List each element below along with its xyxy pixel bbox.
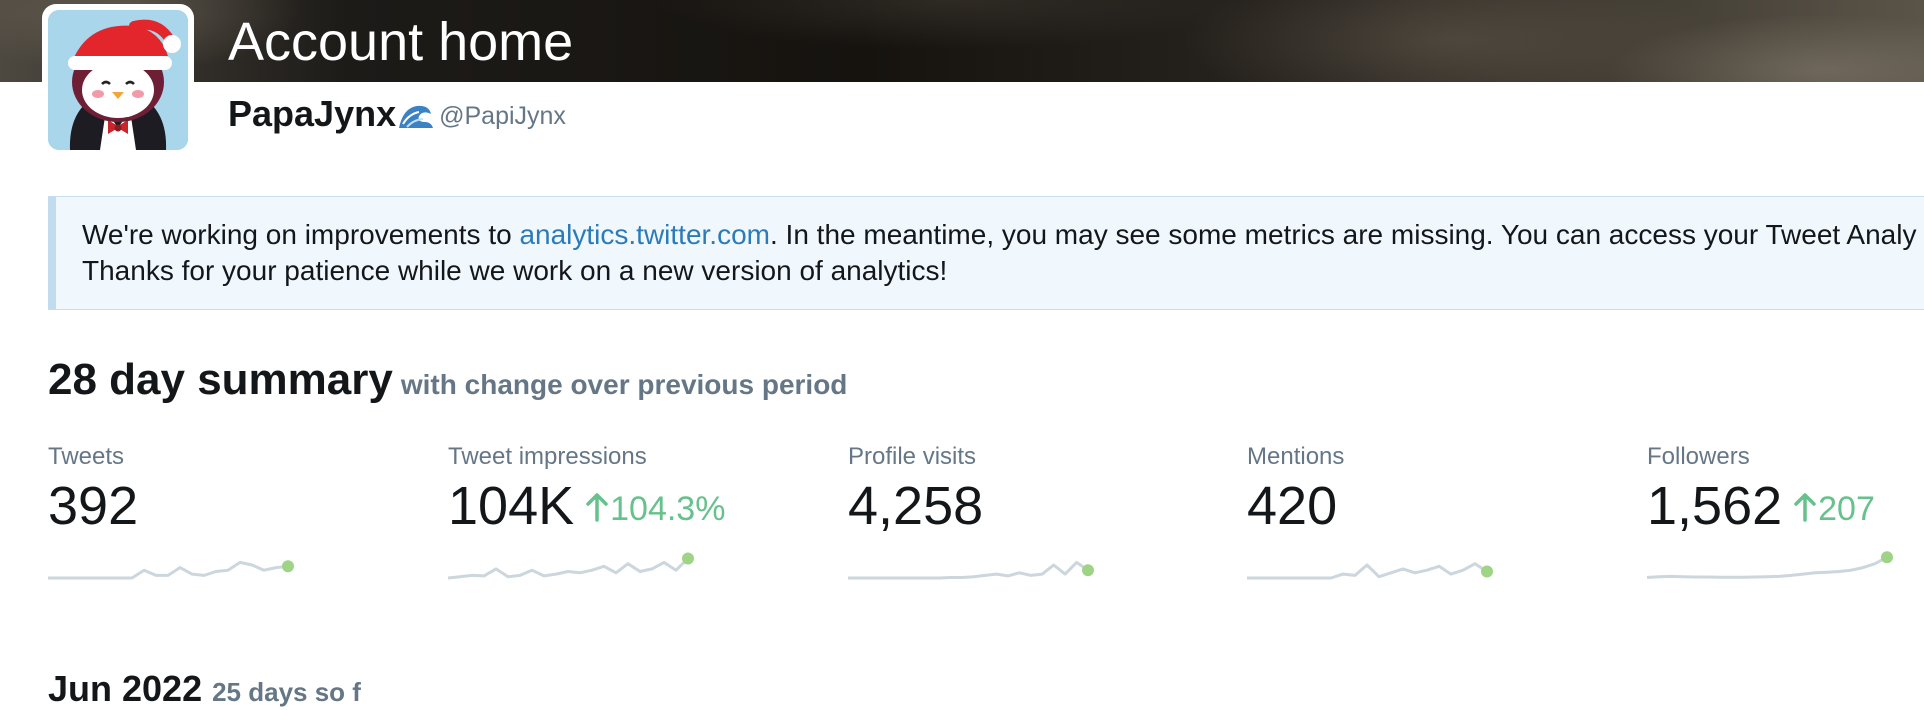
arrow-up-icon xyxy=(1794,483,1816,539)
metric-profile-visits[interactable]: Profile visits 4,258 xyxy=(848,442,1228,592)
sparkline-mentions xyxy=(1247,562,1493,580)
sparkline-last-point xyxy=(1481,565,1493,578)
notice-banner: We're working on improvements to analyti… xyxy=(48,196,1924,310)
metric-value: 420 xyxy=(1247,476,1338,536)
metric-value: 392 xyxy=(48,476,139,536)
sparkline-profile-visits xyxy=(848,560,1094,580)
sparkline-line xyxy=(447,557,690,580)
notice-text: We're working on improvements to analyti… xyxy=(82,217,1924,289)
metric-change: 104.3% xyxy=(586,490,725,528)
metric-value: 4,258 xyxy=(848,476,984,536)
metric-change-value: 207 xyxy=(1818,490,1875,528)
sparkline-last-point xyxy=(282,560,294,573)
month-subtitle: 25 days so f xyxy=(212,677,361,707)
summary-heading: 28 day summary with change over previous … xyxy=(48,355,847,405)
profile-name-row: PapaJynx @PapiJynx xyxy=(228,92,566,140)
sparkline-tweets xyxy=(48,560,294,580)
summary-subtitle: with change over previous period xyxy=(400,369,848,400)
metric-followers[interactable]: Followers 1,562 207 xyxy=(1646,442,1924,592)
notice-line-2: Thanks for your patience while we work o… xyxy=(82,255,948,286)
sparkline-followers xyxy=(1646,551,1893,579)
metric-label: Tweets xyxy=(48,443,125,470)
sparkline-line xyxy=(848,560,1089,580)
sparkline-last-point xyxy=(682,552,694,565)
metric-label: Followers xyxy=(1647,443,1750,470)
metric-change: 207 xyxy=(1794,490,1875,528)
metric-value: 104K xyxy=(448,476,575,536)
metric-mentions[interactable]: Mentions 420 xyxy=(1247,442,1627,592)
metric-change-value: 104.3% xyxy=(610,490,726,528)
notice-text-before: We're working on improvements to xyxy=(82,219,520,250)
metric-tweets[interactable]: Tweets 392 xyxy=(48,442,428,592)
sparkline-tweet-impressions xyxy=(447,552,694,580)
page-title: Account home xyxy=(228,12,574,72)
display-name: PapaJynx xyxy=(228,93,397,134)
metric-label: Mentions xyxy=(1247,443,1345,470)
metric-value-row: 392 xyxy=(48,478,428,548)
month-heading: Jun 2022 25 days so f xyxy=(48,668,361,710)
metric-value-row: 1,562 207 xyxy=(1647,478,1924,548)
penguin-avatar-icon xyxy=(48,10,188,150)
metric-value: 1,562 xyxy=(1647,476,1783,536)
analytics-link[interactable]: analytics.twitter.com xyxy=(519,219,770,250)
sparkline-last-point xyxy=(1881,551,1893,564)
summary-title: 28 day summary xyxy=(48,355,393,404)
metric-value-row: 4,258 xyxy=(848,478,1228,548)
metric-tweet-impressions[interactable]: Tweet impressions 104K 104.3% xyxy=(447,442,828,592)
arrow-up-icon xyxy=(586,483,608,539)
profile-handle[interactable]: @PapiJynx xyxy=(439,102,566,130)
sparkline-last-point xyxy=(1082,564,1094,577)
avatar[interactable] xyxy=(48,10,188,150)
metric-label: Tweet impressions xyxy=(448,443,647,470)
metric-value-row: 104K 104.3% xyxy=(448,478,828,548)
sparkline-line xyxy=(1247,562,1488,580)
sparkline-line xyxy=(1646,555,1888,579)
sparkline-line xyxy=(48,560,289,580)
notice-text-after: . In the meantime, you may see some metr… xyxy=(769,219,1917,250)
wave-icon xyxy=(397,96,435,140)
metric-label: Profile visits xyxy=(848,443,977,470)
metric-value-row: 420 xyxy=(1247,478,1627,548)
month-title: Jun 2022 xyxy=(48,668,203,709)
